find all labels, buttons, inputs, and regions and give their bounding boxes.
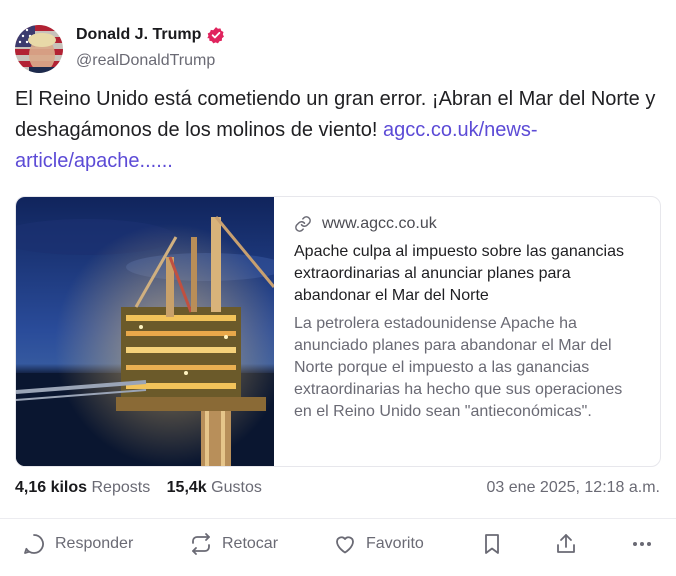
link-preview-card[interactable]: www.agcc.co.uk Apache culpa al impuesto … [15,196,661,467]
card-domain-row: www.agcc.co.uk [294,215,640,233]
post-stats: 4,16 kilos Reposts 15,4k Gustos [15,479,262,497]
action-bar: Responder Retocar Favorito [0,532,676,562]
reply-label: Responder [55,535,134,552]
retruth-label: Retocar [222,535,279,552]
likes-label[interactable]: Gustos [211,479,262,496]
share-icon [557,534,575,553]
favorite-label: Favorito [366,535,424,552]
author-handle[interactable]: @realDonaldTrump [76,52,215,70]
card-title: Apache culpa al impuesto sobre las ganan… [294,243,624,304]
bookmark-button[interactable] [480,532,504,556]
favorite-button[interactable]: Favorito [333,532,424,556]
post-body: El Reino Unido está cometiendo un gran e… [15,88,656,141]
author-row: Donald J. Trump [76,26,225,44]
more-options-button[interactable] [630,532,654,556]
post-timestamp[interactable]: 03 ene 2025, 12:18 a.m. [487,479,660,497]
divider [0,518,676,519]
author-name[interactable]: Donald J. Trump [76,26,201,44]
avatar[interactable] [15,25,63,73]
reply-icon [24,534,44,554]
retruth-icon [192,533,210,555]
likes-count[interactable]: 15,4k [167,479,207,496]
heart-icon [336,536,354,554]
card-body: www.agcc.co.uk Apache culpa al impuesto … [294,215,640,423]
post: Donald J. Trump @realDonaldTrump El Rein… [0,0,676,576]
verified-badge-icon [207,27,225,44]
card-domain: www.agcc.co.uk [322,215,437,232]
retruth-button[interactable]: Retocar [189,532,278,556]
card-description: La petrolera estadounidense Apache ha an… [294,315,623,420]
reply-button[interactable]: Responder [22,532,133,556]
share-button[interactable] [554,532,578,556]
reposts-count[interactable]: 4,16 kilos [15,479,87,496]
bookmark-icon [485,534,499,554]
more-icon [633,542,651,546]
post-text: El Reino Unido está cometiendo un gran e… [15,84,665,177]
card-image [16,197,286,466]
link-icon [295,216,311,232]
reposts-label[interactable]: Reposts [92,479,151,496]
